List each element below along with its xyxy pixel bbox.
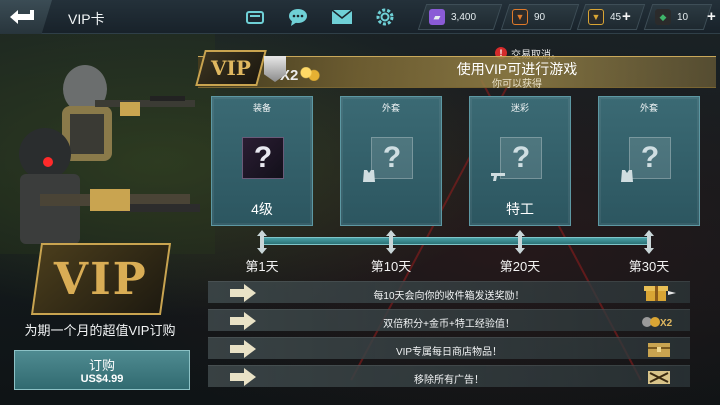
reward-card-day-1[interactable]: 装备 ? 4级 bbox=[211, 96, 313, 226]
diamonds-counter[interactable]: ◆ 10 bbox=[643, 4, 713, 30]
mystery-item-icon: ? bbox=[371, 137, 413, 179]
pistol-icon bbox=[490, 169, 506, 183]
double-xp-icon: X2 bbox=[640, 311, 678, 331]
gear-icon[interactable] bbox=[374, 7, 396, 27]
reward-category: 装备 bbox=[252, 103, 271, 113]
svg-text:X2: X2 bbox=[660, 318, 673, 329]
mystery-item-icon: ? bbox=[500, 137, 542, 179]
day-label: 第10天 bbox=[370, 259, 412, 274]
benefit-row: VIP专属每日商店物品！ bbox=[208, 337, 690, 359]
shop-chest-icon bbox=[640, 339, 678, 359]
reward-card-day-30[interactable]: 外套 ? bbox=[598, 96, 700, 226]
day-marker-icon bbox=[644, 230, 654, 254]
benefit-row: 每10天会向你的收件箱发送奖励！ bbox=[208, 281, 690, 303]
coins-icon bbox=[300, 67, 321, 81]
vip-logo: VIP bbox=[30, 243, 172, 315]
reward-category: 外套 bbox=[381, 103, 400, 113]
vip-logo-text: VIP bbox=[54, 253, 148, 305]
day-label: 第1天 bbox=[245, 259, 279, 274]
benefit-text: 移除所有广告！ bbox=[414, 375, 484, 386]
page-title: VIP卡 bbox=[68, 11, 105, 27]
day-marker-icon bbox=[257, 230, 267, 254]
reward-card-day-20[interactable]: 迷彩 ? 特工 bbox=[469, 96, 571, 226]
back-button[interactable] bbox=[0, 0, 52, 34]
rank-chevron-icon: ▼ bbox=[512, 9, 528, 25]
benefit-row: 双倍积分+金币+特工经验值！ X2 bbox=[208, 309, 690, 331]
mystery-item-icon: ? bbox=[629, 137, 671, 179]
gold-counter[interactable]: ▼ 45 bbox=[576, 4, 646, 30]
day-label: 第20天 bbox=[499, 259, 541, 274]
chat-icon[interactable] bbox=[287, 7, 309, 27]
benefit-text: 双倍积分+金币+特工经验值！ bbox=[383, 319, 515, 330]
reward-category: 外套 bbox=[639, 103, 658, 113]
day-marker-icon bbox=[515, 230, 525, 254]
gamepad-icon[interactable] bbox=[244, 7, 266, 27]
no-ads-icon bbox=[640, 367, 678, 387]
day-label: 第30天 bbox=[628, 259, 670, 274]
day-marker-icon bbox=[386, 230, 396, 254]
reward-name: 特工 bbox=[506, 201, 534, 217]
buy-label: 订购 bbox=[88, 358, 115, 373]
reward-category: 迷彩 bbox=[510, 103, 529, 113]
mail-icon[interactable] bbox=[331, 7, 353, 27]
top-bar: VIP卡 ▰ 3,400 ▼ 90 ▼ 45 + ◆ 10 + bbox=[0, 0, 720, 34]
rank-points-counter: ▼ 90 bbox=[500, 4, 580, 30]
vip-badge-text: VIP bbox=[211, 56, 251, 80]
gold-icon: ▼ bbox=[588, 9, 604, 25]
diamonds-value: 10 bbox=[677, 11, 689, 23]
vip-badge: VIP bbox=[195, 50, 267, 86]
rank-points-value: 90 bbox=[534, 11, 546, 23]
vip-points-icon: ▰ bbox=[429, 9, 445, 25]
vest-icon bbox=[619, 169, 635, 183]
diamond-icon: ◆ bbox=[655, 9, 671, 25]
benefit-text: 每10天会向你的收件箱发送奖励！ bbox=[373, 291, 525, 302]
promo-text: 为期一个月的超值VIP订购 bbox=[24, 323, 176, 338]
vip-points-value: 3,400 bbox=[451, 11, 477, 23]
buy-button[interactable]: 订购 US$4.99 bbox=[14, 350, 190, 390]
mystery-item-icon: ? bbox=[242, 137, 284, 179]
add-gold-button[interactable]: + bbox=[622, 8, 631, 25]
reward-name: 4级 bbox=[251, 201, 273, 217]
progress-track bbox=[262, 237, 648, 245]
double-reward-badge: X2 bbox=[262, 52, 332, 86]
gold-value: 45 bbox=[610, 11, 622, 23]
benefit-text: VIP专属每日商店物品！ bbox=[395, 347, 503, 358]
vip-points-counter: ▰ 3,400 bbox=[417, 4, 503, 30]
gift-box-icon bbox=[640, 283, 678, 303]
benefit-row: 移除所有广告！ bbox=[208, 365, 690, 387]
back-arrow-icon bbox=[10, 10, 34, 24]
add-diamonds-button[interactable]: + bbox=[707, 8, 716, 25]
reward-card-day-10[interactable]: 外套 ? bbox=[340, 96, 442, 226]
vest-icon bbox=[361, 169, 377, 183]
soldier-illustration bbox=[0, 34, 215, 254]
buy-price: US$4.99 bbox=[80, 373, 124, 385]
